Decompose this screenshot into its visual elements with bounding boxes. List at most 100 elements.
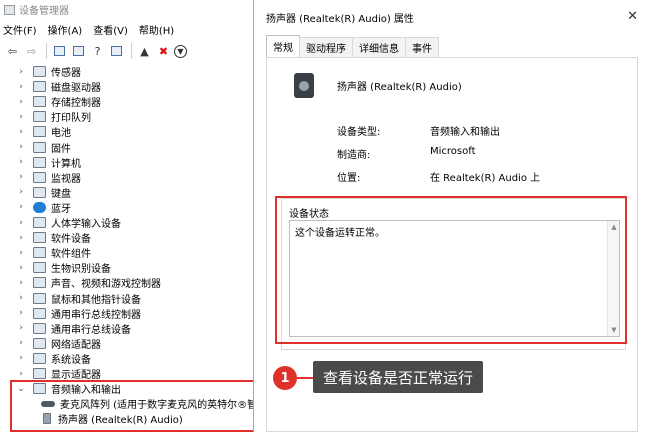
forward-arrow-icon[interactable]: ⇨ xyxy=(23,43,40,60)
tree-item-label: 软件组件 xyxy=(51,249,91,261)
tree-category-item[interactable]: › 传感器 xyxy=(16,64,81,79)
tree-category-item[interactable]: › 声音、视频和游戏控制器 xyxy=(16,275,161,290)
callout-number-badge: 1 xyxy=(273,366,297,390)
device-category-icon xyxy=(33,126,46,138)
chevron-right-icon[interactable]: › xyxy=(16,293,26,303)
tab-general[interactable]: 常规 xyxy=(266,35,300,57)
dialog-title: 扬声器 (Realtek(R) Audio) 属性 xyxy=(266,13,414,25)
chevron-right-icon[interactable]: › xyxy=(16,263,26,273)
chevron-right-icon[interactable]: › xyxy=(16,218,26,228)
chevron-right-icon[interactable]: › xyxy=(16,233,26,243)
menu-view[interactable]: 查看(V) xyxy=(93,22,128,37)
tree-category-item[interactable]: › 显示适配器 xyxy=(16,366,101,381)
tree-category-item[interactable]: › 蓝牙 xyxy=(16,200,71,215)
tree-item-label: 计算机 xyxy=(51,158,81,170)
device-category-icon xyxy=(33,171,46,183)
callout-connector xyxy=(297,377,313,379)
chevron-right-icon[interactable]: › xyxy=(16,353,26,363)
back-arrow-icon[interactable]: ⇦ xyxy=(4,43,21,60)
uninstall-x-icon[interactable]: ✖ xyxy=(155,43,172,60)
chevron-right-icon[interactable]: › xyxy=(16,112,26,122)
menu-help[interactable]: 帮助(H) xyxy=(139,22,174,37)
menu-bar: 文件(F) 操作(A) 查看(V) 帮助(H) xyxy=(0,20,185,39)
chevron-right-icon[interactable]: › xyxy=(16,82,26,92)
tree-item-label: 蓝牙 xyxy=(51,203,71,215)
speaker-icon xyxy=(294,73,314,98)
monitor-icon[interactable] xyxy=(108,43,125,60)
tree-category-item[interactable]: › 监视器 xyxy=(16,170,81,185)
location-value: 在 Realtek(R) Audio 上 xyxy=(430,173,541,184)
tab-events[interactable]: 事件 xyxy=(405,37,439,57)
tree-category-item[interactable]: › 键盘 xyxy=(16,185,71,200)
tree-item-label: 显示适配器 xyxy=(51,370,101,381)
scan-icon[interactable] xyxy=(70,43,87,60)
tree-item-label: 声音、视频和游戏控制器 xyxy=(51,279,161,291)
tree-category-item[interactable]: › 软件组件 xyxy=(16,245,91,260)
tree-item-label: 电池 xyxy=(51,128,71,140)
tree-highlight-box xyxy=(10,380,258,432)
device-category-icon xyxy=(33,368,46,379)
chevron-right-icon[interactable]: › xyxy=(16,187,26,197)
dialog-tabs: 常规 驱动程序 详细信息 事件 xyxy=(266,35,439,57)
chevron-right-icon[interactable]: › xyxy=(16,308,26,318)
device-category-icon xyxy=(33,156,46,168)
tree-category-item[interactable]: › 网络适配器 xyxy=(16,336,101,351)
chevron-right-icon[interactable]: › xyxy=(16,248,26,258)
chevron-right-icon[interactable]: › xyxy=(16,323,26,333)
tree-category-item[interactable]: › 鼠标和其他指针设备 xyxy=(16,291,141,306)
close-icon[interactable]: ✕ xyxy=(627,9,638,24)
tab-driver[interactable]: 驱动程序 xyxy=(299,37,353,57)
properties-icon[interactable] xyxy=(51,43,68,60)
tab-details[interactable]: 详细信息 xyxy=(352,37,406,57)
status-highlight-box xyxy=(275,196,627,344)
chevron-right-icon[interactable]: › xyxy=(16,172,26,182)
tree-category-item[interactable]: › 打印队列 xyxy=(16,109,91,124)
device-category-icon xyxy=(33,232,46,244)
chevron-right-icon[interactable]: › xyxy=(16,67,26,77)
tree-item-label: 人体学输入设备 xyxy=(51,219,121,230)
device-category-icon xyxy=(33,307,46,319)
tree-category-item[interactable]: › 计算机 xyxy=(16,155,81,170)
tree-item-label: 生物识别设备 xyxy=(51,264,111,276)
chevron-right-icon[interactable]: › xyxy=(16,338,26,348)
tree-category-item[interactable]: › 电池 xyxy=(16,124,71,139)
dialog-titlebar: 扬声器 (Realtek(R) Audio) 属性 xyxy=(254,0,650,34)
tree-category-item[interactable]: › 生物识别设备 xyxy=(16,260,111,275)
device-category-icon xyxy=(33,111,46,123)
device-name: 扬声器 (Realtek(R) Audio) xyxy=(337,82,462,93)
tree-category-item[interactable]: › 系统设备 xyxy=(16,351,91,366)
chevron-right-icon[interactable]: › xyxy=(16,157,26,167)
tree-category-item[interactable]: › 存储控制器 xyxy=(16,94,101,109)
tree-item-label: 鼠标和其他指针设备 xyxy=(51,294,141,306)
tree-item-label: 键盘 xyxy=(51,188,71,200)
device-manager-titlebar: 设备管理器 xyxy=(0,0,262,19)
device-manager-window: 设备管理器 文件(F) 操作(A) 查看(V) 帮助(H) ⇦ ⇨ ? ▲ ✖ … xyxy=(0,0,262,432)
menu-action[interactable]: 操作(A) xyxy=(48,22,83,37)
tree-category-item[interactable]: › 通用串行总线设备 xyxy=(16,321,131,336)
chevron-right-icon[interactable]: › xyxy=(16,127,26,137)
tree-item-label: 系统设备 xyxy=(51,354,91,366)
tree-item-label: 通用串行总线控制器 xyxy=(51,309,141,321)
device-category-icon xyxy=(33,186,46,198)
tree-category-item[interactable]: › 人体学输入设备 xyxy=(16,215,121,230)
tree-item-label: 通用串行总线设备 xyxy=(51,324,131,336)
tree-item-label: 传感器 xyxy=(51,68,81,79)
update-driver-icon[interactable]: ? xyxy=(89,43,106,60)
device-category-icon xyxy=(33,81,46,93)
tree-category-item[interactable]: › 固件 xyxy=(16,140,71,155)
download-icon[interactable]: ▼ xyxy=(174,44,187,58)
tree-category-item[interactable]: › 通用串行总线控制器 xyxy=(16,306,141,321)
chevron-right-icon[interactable]: › xyxy=(16,369,26,379)
device-category-icon xyxy=(33,262,46,274)
chevron-right-icon[interactable]: › xyxy=(16,142,26,152)
tree-category-item[interactable]: › 磁盘驱动器 xyxy=(16,79,101,94)
chevron-right-icon[interactable]: › xyxy=(16,202,26,212)
enable-device-icon[interactable]: ▲ xyxy=(136,43,153,60)
callout-label: 查看设备是否正常运行 xyxy=(313,361,484,393)
tree-category-item[interactable]: › 软件设备 xyxy=(16,230,91,245)
menu-file[interactable]: 文件(F) xyxy=(3,22,37,37)
chevron-right-icon[interactable]: › xyxy=(16,97,26,107)
chevron-right-icon[interactable]: › xyxy=(16,278,26,288)
tree-item-label: 监视器 xyxy=(51,173,81,185)
device-category-icon xyxy=(33,247,46,259)
